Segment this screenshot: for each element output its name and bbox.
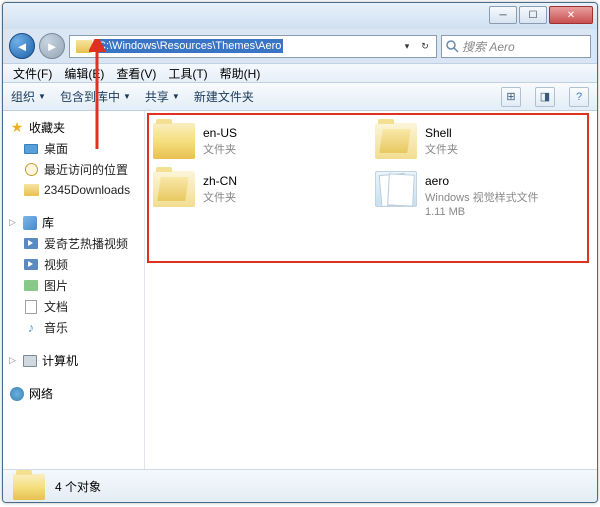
menu-tools[interactable]: 工具(T) (164, 64, 211, 83)
status-text: 4 个对象 (55, 478, 101, 495)
folder-icon (375, 123, 417, 159)
newfolder-button[interactable]: 新建文件夹 (194, 88, 254, 105)
menu-view[interactable]: 查看(V) (112, 64, 160, 83)
file-item[interactable]: zh-CN文件夹 (149, 165, 371, 224)
toolbar: 组织 ▼ 包含到库中 ▼ 共享 ▼ 新建文件夹 ⊞ ◨ ? (3, 83, 597, 111)
menu-file[interactable]: 文件(F) (9, 64, 56, 83)
sidebar-item-documents[interactable]: 文档 (5, 296, 142, 317)
folder-icon (13, 474, 45, 500)
file-item[interactable]: aeroWindows 视觉样式文件1.11 MB (371, 165, 593, 224)
nav-bar: ◄ ► C:\Windows\Resources\Themes\Aero ▾ ↻… (3, 29, 597, 63)
view-mode-button[interactable]: ⊞ (501, 87, 521, 107)
desktop-icon (24, 144, 38, 154)
file-item[interactable]: en-US文件夹 (149, 117, 371, 165)
video-icon (24, 259, 38, 270)
address-text: C:\Windows\Resources\Themes\Aero (96, 39, 283, 53)
file-item[interactable]: Shell文件夹 (371, 117, 593, 165)
preview-pane-button[interactable]: ◨ (535, 87, 555, 107)
search-input[interactable]: 搜索 Aero (441, 35, 591, 58)
sidebar-item-iqiyi[interactable]: 爱奇艺热播视频 (5, 233, 142, 254)
sidebar-item-videos[interactable]: 视频 (5, 254, 142, 275)
video-icon (24, 238, 38, 249)
titlebar: ─ ☐ ✕ (3, 3, 597, 29)
folder-icon (76, 40, 92, 53)
content-pane[interactable]: en-US文件夹 Shell文件夹 zh-CN文件夹 aeroWindows 视… (145, 111, 597, 469)
sidebar-item-downloads[interactable]: 2345Downloads (5, 180, 142, 200)
star-icon: ★ (9, 120, 25, 136)
folder-icon (153, 123, 195, 159)
computer-icon (23, 355, 37, 367)
picture-icon (24, 280, 38, 291)
library-icon (23, 216, 37, 230)
folder-icon (24, 184, 39, 196)
forward-button[interactable]: ► (39, 33, 65, 59)
sidebar-item-desktop[interactable]: 桌面 (5, 138, 142, 159)
music-icon: ♪ (23, 320, 39, 336)
sidebar-libraries[interactable]: ▷库 (5, 212, 142, 233)
network-icon (10, 387, 24, 401)
address-bar[interactable]: C:\Windows\Resources\Themes\Aero ▾ ↻ (69, 35, 437, 58)
sidebar-item-music[interactable]: ♪音乐 (5, 317, 142, 338)
menu-help[interactable]: 帮助(H) (216, 64, 265, 83)
back-button[interactable]: ◄ (9, 33, 35, 59)
clock-icon (25, 163, 38, 176)
refresh-button[interactable]: ↻ (416, 36, 434, 57)
chevron-right-icon: ▷ (9, 355, 18, 366)
maximize-button[interactable]: ☐ (519, 6, 547, 24)
minimize-button[interactable]: ─ (489, 6, 517, 24)
help-button[interactable]: ? (569, 87, 589, 107)
menu-edit[interactable]: 编辑(E) (60, 64, 108, 83)
body: ★收藏夹 桌面 最近访问的位置 2345Downloads ▷库 爱奇艺热播视频… (3, 111, 597, 469)
chevron-right-icon: ▷ (9, 217, 18, 228)
search-icon (446, 40, 459, 53)
sidebar-item-recent[interactable]: 最近访问的位置 (5, 159, 142, 180)
organize-button[interactable]: 组织 ▼ (11, 88, 46, 105)
address-dropdown-icon[interactable]: ▾ (398, 36, 416, 57)
status-bar: 4 个对象 (3, 469, 597, 503)
include-button[interactable]: 包含到库中 ▼ (60, 88, 131, 105)
sidebar-item-pictures[interactable]: 图片 (5, 275, 142, 296)
close-button[interactable]: ✕ (549, 6, 593, 24)
navigation-pane: ★收藏夹 桌面 最近访问的位置 2345Downloads ▷库 爱奇艺热播视频… (3, 111, 145, 469)
sidebar-favorites[interactable]: ★收藏夹 (5, 117, 142, 138)
explorer-window: ─ ☐ ✕ ◄ ► C:\Windows\Resources\Themes\Ae… (2, 2, 598, 503)
sidebar-network[interactable]: 网络 (5, 383, 142, 404)
theme-file-icon (375, 171, 417, 207)
document-icon (25, 300, 37, 314)
share-button[interactable]: 共享 ▼ (145, 88, 180, 105)
menu-bar: 文件(F) 编辑(E) 查看(V) 工具(T) 帮助(H) (3, 63, 597, 83)
folder-icon (153, 171, 195, 207)
sidebar-computer[interactable]: ▷计算机 (5, 350, 142, 371)
